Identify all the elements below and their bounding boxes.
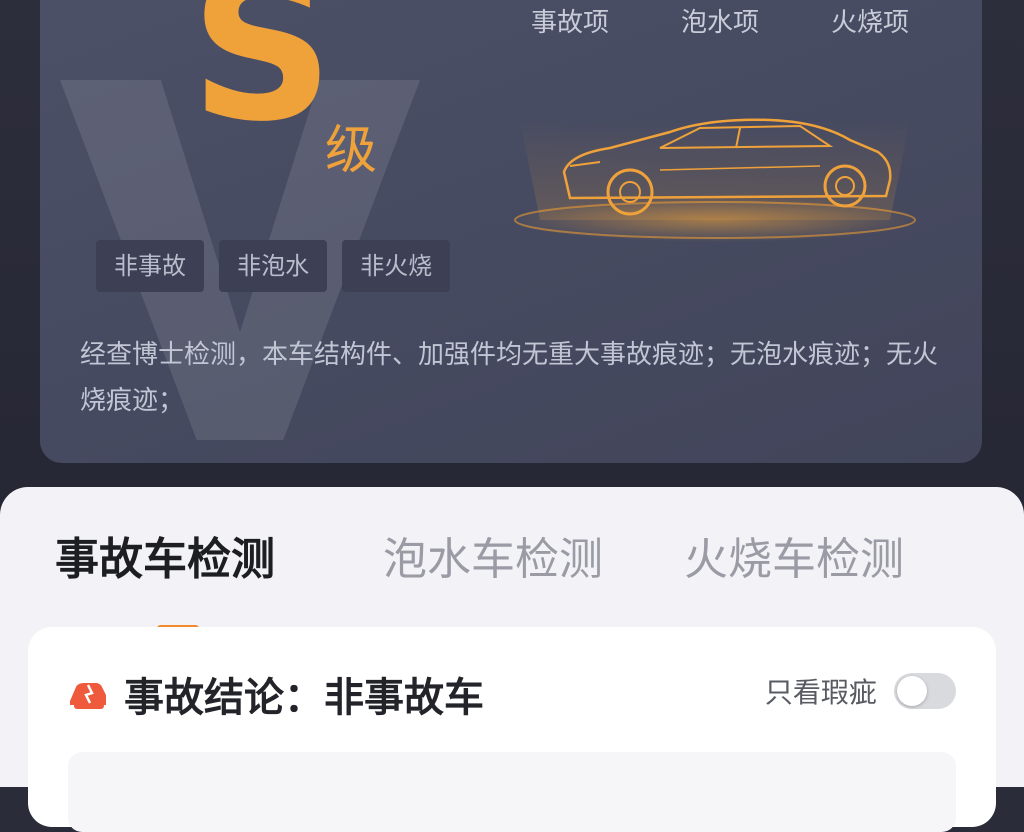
check-item-flood[interactable]: 泡水项 xyxy=(660,0,780,39)
detail-sheet: 事故车检测 泡水车检测 火烧车检测 事故结论：非事故车 只看瑕疵 xyxy=(0,487,1024,832)
tag-non-fire: 非火烧 xyxy=(342,240,451,292)
check-items: 事故项 泡水项 火烧项 xyxy=(510,0,930,70)
conclusion-title: 事故结论：非事故车 xyxy=(124,675,484,721)
tag-non-accident: 非事故 xyxy=(96,240,204,292)
tab-accident-detection[interactable]: 事故车检测 xyxy=(55,515,275,605)
car-wireframe-illustration xyxy=(510,118,920,242)
check-item-label: 火烧项 xyxy=(830,8,909,38)
tab-flood-detection[interactable]: 泡水车检测 xyxy=(383,515,603,605)
defect-only-filter: 只看瑕疵 xyxy=(765,671,956,711)
tab-fire-detection[interactable]: 火烧车检测 xyxy=(684,515,904,605)
check-item-fire[interactable]: 火烧项 xyxy=(810,0,930,39)
inspection-grade-card: S 级 事故项 泡水项 火烧项 非事故 非泡水 非火烧 经查博士检测，本车结构件… xyxy=(40,0,982,463)
tag-non-flood: 非泡水 xyxy=(219,240,328,292)
toggle-knob xyxy=(897,676,927,706)
grade-letter: S xyxy=(190,0,335,166)
conclusion-detail-block xyxy=(68,752,956,832)
result-tags: 非事故 非泡水 非火烧 xyxy=(96,240,460,292)
inspection-description: 经查博士检测，本车结构件、加强件均无重大事故痕迹；无泡水痕迹；无火烧痕迹； xyxy=(80,340,939,416)
conclusion-card: 事故结论：非事故车 只看瑕疵 xyxy=(28,627,996,832)
defect-only-toggle[interactable] xyxy=(894,673,956,709)
grade-suffix: 级 xyxy=(325,121,378,181)
detection-tabs: 事故车检测 泡水车检测 火烧车检测 xyxy=(0,515,1024,632)
defect-only-label: 只看瑕疵 xyxy=(764,676,877,709)
check-item-label: 事故项 xyxy=(530,8,609,38)
check-item-label: 泡水项 xyxy=(680,8,759,38)
car-accident-icon xyxy=(70,683,106,709)
check-item-accident[interactable]: 事故项 xyxy=(510,0,630,39)
